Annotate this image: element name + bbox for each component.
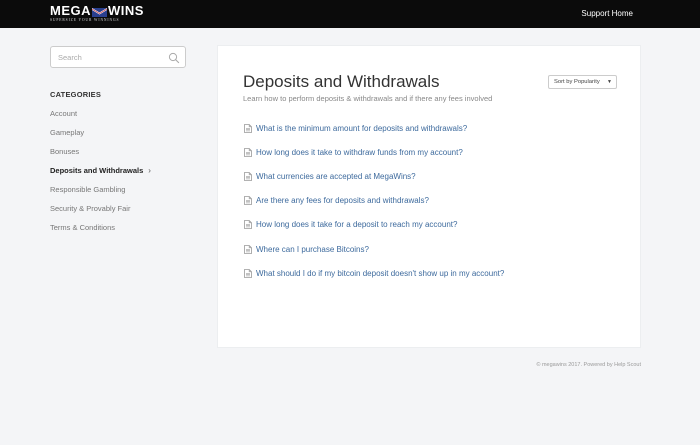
page-subtitle: Learn how to perform deposits & withdraw… bbox=[243, 94, 493, 103]
sidebar-item-account[interactable]: Account bbox=[50, 104, 186, 123]
sort-dropdown-label: Sort by Popularity bbox=[554, 79, 600, 85]
document-icon bbox=[244, 196, 252, 206]
logo-text-right: WINS bbox=[108, 3, 144, 18]
document-icon bbox=[244, 123, 252, 133]
search-box bbox=[50, 46, 186, 68]
logo-flag-icon bbox=[92, 6, 107, 17]
sidebar-item-label: Responsible Gambling bbox=[50, 185, 126, 194]
caret-down-icon: ▼ bbox=[607, 79, 612, 85]
logo-tagline: SUPERSIZE YOUR WINNINGS bbox=[50, 18, 120, 22]
article-link[interactable]: Where can I purchase Bitcoins? bbox=[256, 245, 369, 254]
sidebar-item-bonuses[interactable]: Bonuses bbox=[50, 142, 186, 161]
search-icon[interactable] bbox=[168, 51, 180, 64]
megawins-logo[interactable]: MEGA WINS SUPERSIZE YOUR WINNINGS bbox=[50, 4, 144, 24]
chevron-right-icon: › bbox=[148, 166, 151, 175]
list-item: What should I do if my bitcoin deposit d… bbox=[244, 261, 504, 285]
sidebar-item-gameplay[interactable]: Gameplay bbox=[50, 123, 186, 142]
category-panel: Deposits and Withdrawals Learn how to pe… bbox=[217, 45, 641, 348]
sidebar-item-label: Security & Provably Fair bbox=[50, 204, 131, 213]
list-item: Where can I purchase Bitcoins? bbox=[244, 237, 504, 261]
sidebar-item-label: Bonuses bbox=[50, 147, 80, 156]
article-list: What is the minimum amount for deposits … bbox=[244, 116, 504, 285]
article-link[interactable]: Are there any fees for deposits and with… bbox=[256, 196, 429, 205]
sort-dropdown[interactable]: Sort by Popularity ▼ bbox=[548, 75, 617, 89]
list-item: How long does it take for a deposit to r… bbox=[244, 213, 504, 237]
document-icon bbox=[244, 268, 252, 278]
sidebar-item-label: Gameplay bbox=[50, 128, 85, 137]
support-home-link[interactable]: Support Home bbox=[581, 9, 633, 18]
list-item: What is the minimum amount for deposits … bbox=[244, 116, 504, 140]
sidebar-item-label: Account bbox=[50, 109, 78, 118]
article-link[interactable]: How long does it take for a deposit to r… bbox=[256, 220, 457, 229]
sidebar-item-label: Terms & Conditions bbox=[50, 223, 116, 232]
footer-text: © megawins 2017. Powered by Help Scout bbox=[536, 362, 641, 368]
logo-text-left: MEGA bbox=[50, 3, 91, 18]
document-icon bbox=[244, 244, 252, 254]
article-link[interactable]: What currencies are accepted at MegaWins… bbox=[256, 172, 416, 181]
list-item: What currencies are accepted at MegaWins… bbox=[244, 164, 504, 188]
sidebar: CATEGORIES Account Gameplay Bonuses Depo… bbox=[50, 46, 186, 237]
sidebar-item-responsible-gambling[interactable]: Responsible Gambling bbox=[50, 180, 186, 199]
article-link[interactable]: How long does it take to withdraw funds … bbox=[256, 148, 463, 157]
document-icon bbox=[244, 172, 252, 181]
sidebar-item-label: Deposits and Withdrawals bbox=[50, 166, 144, 175]
page-title: Deposits and Withdrawals bbox=[243, 72, 440, 91]
sidebar-item-deposits-and-withdrawals[interactable]: Deposits and Withdrawals › bbox=[50, 161, 186, 180]
document-icon bbox=[244, 147, 252, 157]
category-list: Account Gameplay Bonuses Deposits and Wi… bbox=[50, 104, 186, 237]
sidebar-item-terms-conditions[interactable]: Terms & Conditions bbox=[50, 218, 186, 237]
list-item: Are there any fees for deposits and with… bbox=[244, 189, 504, 213]
sidebar-item-security-provably-fair[interactable]: Security & Provably Fair bbox=[50, 199, 186, 218]
article-link[interactable]: What is the minimum amount for deposits … bbox=[256, 124, 467, 133]
top-navigation-bar: MEGA WINS SUPERSIZE YOUR WINNINGS Suppor… bbox=[0, 0, 700, 28]
article-link[interactable]: What should I do if my bitcoin deposit d… bbox=[256, 269, 504, 278]
search-input[interactable] bbox=[51, 47, 161, 68]
categories-heading: CATEGORIES bbox=[50, 90, 102, 99]
list-item: How long does it take to withdraw funds … bbox=[244, 140, 504, 164]
document-icon bbox=[244, 220, 252, 230]
